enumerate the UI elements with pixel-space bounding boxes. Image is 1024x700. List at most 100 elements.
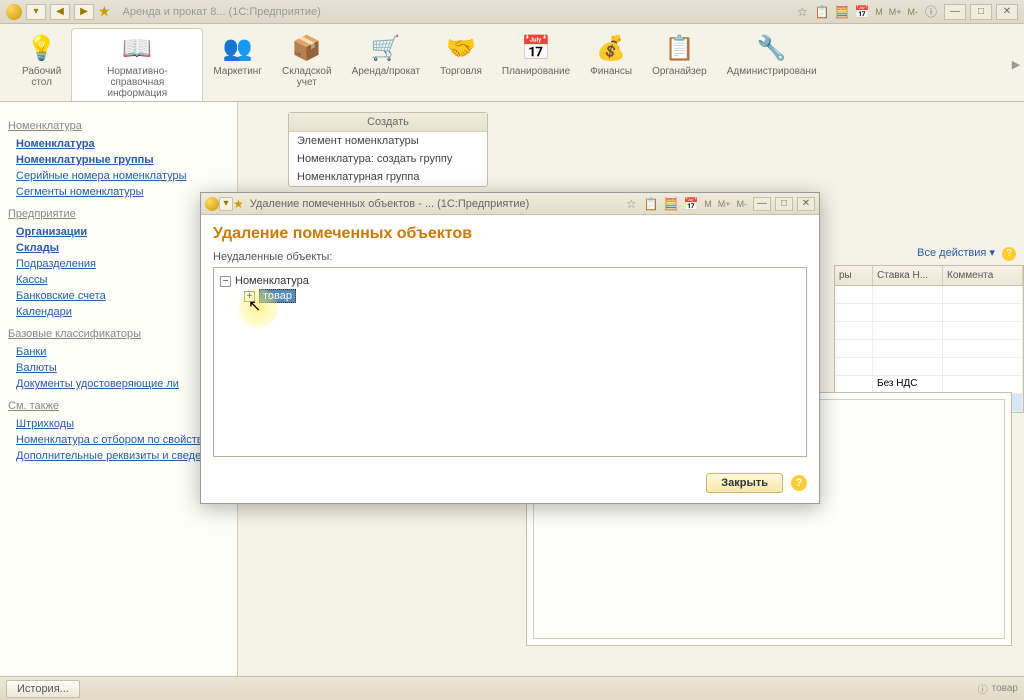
minimize-button[interactable]: — — [944, 4, 966, 20]
handshake-icon: 🤝 — [445, 32, 477, 64]
dialog-maximize-button[interactable]: □ — [775, 197, 793, 211]
undeleted-objects-tree[interactable]: −Номенклатура +товар ↖ — [213, 267, 807, 457]
all-actions-link[interactable]: Все действия — [917, 247, 986, 259]
create-item-element[interactable]: Элемент номенклатуры — [289, 132, 487, 150]
dialog-memory-mplus[interactable]: M+ — [716, 199, 733, 209]
ribbon-toolbar: 💡Рабочийстол 📖Нормативно-справочнаяинфор… — [0, 24, 1024, 102]
sidebar-item-departments[interactable]: Подразделения — [8, 256, 229, 272]
tree-root-node[interactable]: −Номенклатура — [220, 274, 800, 288]
ribbon-warehouse[interactable]: 📦Складскойучет — [272, 28, 342, 101]
maximize-button[interactable]: □ — [970, 4, 992, 20]
sidebar-item-nomenclature[interactable]: Номенклатура — [8, 136, 229, 152]
ribbon-reference-info[interactable]: 📖Нормативно-справочнаяинформация — [71, 28, 203, 101]
help-icon[interactable]: ? — [1002, 247, 1016, 261]
tree-child-label: товар — [259, 289, 296, 303]
sidebar-item-nomenclature-filter[interactable]: Номенклатура с отбором по свойствам — [8, 432, 229, 448]
dialog-minimize-button[interactable]: — — [753, 197, 771, 211]
close-dialog-button[interactable]: Закрыть — [706, 473, 783, 493]
info-icon[interactable]: ⓘ — [922, 4, 940, 20]
people-icon: 👥 — [222, 32, 254, 64]
table-row[interactable] — [835, 322, 1023, 340]
side-heading-nomenclature: Номенклатура — [8, 120, 229, 132]
star-tool-icon[interactable]: ☆ — [793, 4, 811, 20]
nav-forward-button[interactable]: ▶ — [74, 4, 94, 20]
tools-icon: 🔧 — [756, 32, 788, 64]
ribbon-trade[interactable]: 🤝Торговля — [430, 28, 492, 101]
grid-col-1[interactable]: Ставка Н... — [873, 266, 943, 285]
sidebar-item-serial-numbers[interactable]: Серийные номера номенклатуры — [8, 168, 229, 184]
dialog-star-icon[interactable]: ★ — [233, 197, 244, 211]
dialog-titlebar[interactable]: ▾ ★ Удаление помеченных объектов - ... (… — [201, 193, 819, 215]
sidebar-item-currencies[interactable]: Валюты — [8, 360, 229, 376]
dialog-calendar-icon[interactable]: 📅 — [682, 196, 700, 212]
dialog-memory-m[interactable]: M — [702, 199, 714, 209]
sidebar-item-additional-props[interactable]: Дополнительные реквизиты и сведения — [8, 448, 229, 464]
status-info-icon: ⓘ — [978, 681, 988, 696]
dialog-app-icon — [205, 197, 219, 211]
app-title: Аренда и прокат 8... (1С:Предприятие) — [123, 6, 321, 18]
memory-mplus[interactable]: M+ — [887, 7, 904, 17]
sidebar-item-organizations[interactable]: Организации — [8, 224, 229, 240]
memory-m[interactable]: M — [873, 7, 885, 17]
tree-child-node[interactable]: + товар — [244, 288, 800, 304]
ribbon-planning[interactable]: 📅Планирование — [492, 28, 580, 101]
dialog-subheading: Неудаленные объекты: — [213, 251, 807, 263]
dialog-footer: Закрыть ? — [201, 465, 819, 503]
ribbon-organizer[interactable]: 📋Органайзер — [642, 28, 717, 101]
ribbon-admin[interactable]: 🔧Администрировани — [717, 28, 827, 101]
grid-col-0[interactable]: ры — [835, 266, 873, 285]
status-info-text: товар — [992, 683, 1018, 694]
sidebar-item-warehouses[interactable]: Склады — [8, 240, 229, 256]
box-icon: 📦 — [291, 32, 323, 64]
nav-back-button[interactable]: ◀ — [50, 4, 70, 20]
memory-mminus[interactable]: M- — [906, 7, 921, 17]
create-panel: Создать Элемент номенклатуры Номенклатур… — [288, 112, 488, 187]
dropdown-icon[interactable]: ▾ — [26, 4, 46, 20]
sidebar-item-bank-accounts[interactable]: Банковские счета — [8, 288, 229, 304]
favorite-icon[interactable]: ★ — [98, 3, 111, 20]
tree-collapse-icon[interactable]: − — [220, 276, 231, 287]
create-item-group[interactable]: Номенклатура: создать группу — [289, 150, 487, 168]
table-row[interactable] — [835, 304, 1023, 322]
dialog-close-button[interactable]: ✕ — [797, 197, 815, 211]
ribbon-rental[interactable]: 🛒Аренда/прокат — [342, 28, 431, 101]
table-row[interactable] — [835, 286, 1023, 304]
create-item-nomenclature-group[interactable]: Номенклатурная группа — [289, 168, 487, 186]
sidebar-item-calendars[interactable]: Календари — [8, 304, 229, 320]
sidebar-item-segments[interactable]: Сегменты номенклатуры — [8, 184, 229, 200]
dialog-title: Удаление помеченных объектов - ... (1С:П… — [250, 198, 530, 210]
dialog-clipboard-icon[interactable]: 📋 — [642, 196, 660, 212]
sidebar-item-documents[interactable]: Документы удостоверяющие ли — [8, 376, 229, 392]
dialog-help-icon[interactable]: ? — [791, 475, 807, 491]
dialog-heading: Удаление помеченных объектов — [213, 225, 807, 243]
ribbon-desktop[interactable]: 💡Рабочийстол — [12, 28, 71, 101]
calendar-icon[interactable]: 📅 — [853, 4, 871, 20]
ribbon-scroll-right[interactable]: ▶ — [1008, 28, 1024, 101]
dialog-dropdown-icon[interactable]: ▾ — [219, 197, 233, 211]
clipboard-icon[interactable]: 📋 — [813, 4, 831, 20]
dialog-calculator-icon[interactable]: 🧮 — [662, 196, 680, 212]
checklist-icon: 📋 — [663, 32, 695, 64]
money-icon: 💰 — [595, 32, 627, 64]
table-toolbar: Все действия ▾ ? — [834, 242, 1024, 265]
delete-marked-dialog: ▾ ★ Удаление помеченных объектов - ... (… — [200, 192, 820, 504]
table-row[interactable] — [835, 358, 1023, 376]
ribbon-marketing[interactable]: 👥Маркетинг — [203, 28, 272, 101]
calculator-icon[interactable]: 🧮 — [833, 4, 851, 20]
close-button[interactable]: ✕ — [996, 4, 1018, 20]
sidebar-item-barcodes[interactable]: Штрихкоды — [8, 416, 229, 432]
grid-header: ры Ставка Н... Коммента — [835, 266, 1023, 286]
calendar-big-icon: 📅 — [520, 32, 552, 64]
table-row[interactable] — [835, 340, 1023, 358]
history-button[interactable]: История... — [6, 680, 80, 698]
grid-col-2[interactable]: Коммента — [943, 266, 1023, 285]
ribbon-finance[interactable]: 💰Финансы — [580, 28, 642, 101]
sidebar-item-banks[interactable]: Банки — [8, 344, 229, 360]
cart-icon: 🛒 — [370, 32, 402, 64]
dialog-memory-mminus[interactable]: M- — [735, 199, 750, 209]
dialog-star-tool[interactable]: ☆ — [622, 196, 640, 212]
sidebar-item-nomenclature-groups[interactable]: Номенклатурные группы — [8, 152, 229, 168]
sidebar-item-cashboxes[interactable]: Кассы — [8, 272, 229, 288]
create-panel-heading: Создать — [289, 113, 487, 132]
tree-expand-icon[interactable]: + — [244, 291, 255, 302]
